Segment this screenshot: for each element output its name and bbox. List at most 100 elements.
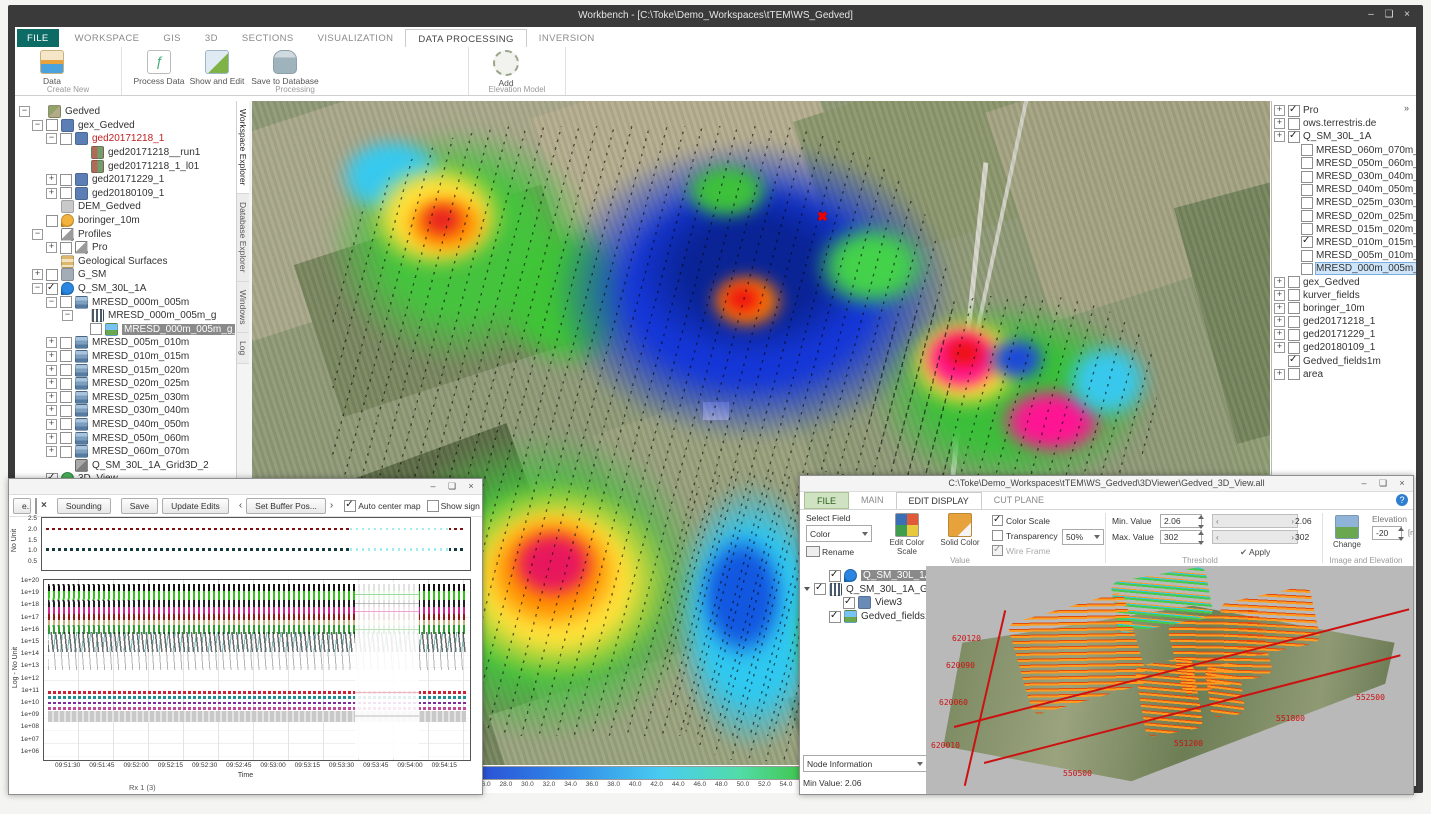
layer-item[interactable]: Pro (1272, 104, 1412, 117)
layer-item[interactable]: ows.terrestris.de (1272, 117, 1412, 130)
next-buffer-icon[interactable]: › (330, 499, 333, 513)
set-buffer-pos-button[interactable]: Set Buffer Pos... (246, 498, 326, 514)
tree-item-label[interactable]: MRESD_010m_015m (92, 351, 189, 362)
ribbon-tab[interactable]: VISUALIZATION (306, 29, 406, 47)
expander-icon[interactable] (1274, 277, 1285, 288)
expander-icon[interactable] (32, 229, 43, 240)
layer-item[interactable]: ged20171218_1 (1272, 315, 1412, 328)
viewer-window-titlebar[interactable]: C:\Toke\Demo_Workspaces\tTEM\WS_Gedved\3… (800, 476, 1413, 492)
tree-item-label[interactable]: Pro (92, 242, 108, 253)
layer-label[interactable]: MRESD_015m_020m_g_l (1316, 224, 1416, 235)
color-scale-checkbox[interactable]: Color Scale (992, 515, 1050, 526)
tree-item-label[interactable]: G_SM (78, 269, 106, 280)
tree-item-label[interactable]: MRESD_020m_025m (92, 378, 189, 389)
checkbox[interactable] (46, 283, 58, 295)
min-value-input[interactable]: 2.06 (1160, 514, 1202, 528)
tab-file[interactable]: FILE (17, 29, 59, 47)
tree-item[interactable]: ged20171218_1 (17, 132, 235, 146)
tree-item[interactable]: ged20171218__run1 (17, 146, 235, 160)
max-threshold-slider[interactable]: ‹› (1212, 530, 1298, 544)
layer-item[interactable]: MRESD_010m_015m_g_l (1272, 236, 1412, 249)
expander-icon[interactable] (46, 419, 57, 430)
checkbox[interactable] (60, 391, 72, 403)
layer-label[interactable]: MRESD_050m_060m_g_l (1316, 158, 1416, 169)
scene-item-label[interactable]: View3 (875, 597, 902, 608)
layer-label[interactable]: Pro (1303, 105, 1319, 116)
layer-label[interactable]: Gedved_fields1m (1303, 356, 1381, 367)
layer-item[interactable]: MRESD_005m_010m_g_l (1272, 249, 1412, 262)
expander-icon[interactable] (1274, 316, 1285, 327)
tree-item[interactable]: MRESD_000m_005m_g (17, 309, 235, 323)
layer-checkbox[interactable] (1288, 302, 1300, 314)
tree-item[interactable]: Geological Surfaces (17, 255, 235, 269)
wire-frame-checkbox[interactable]: Wire Frame (992, 545, 1050, 556)
expander-icon[interactable] (1274, 369, 1285, 380)
flag-icon[interactable] (35, 498, 37, 514)
tree-item[interactable]: MRESD_005m_010m (17, 336, 235, 350)
expander-icon[interactable] (1274, 342, 1285, 353)
viewer-tab[interactable]: CUT PLANE (982, 492, 1056, 509)
collapse-chevron-icon[interactable]: » (1404, 103, 1409, 113)
layer-label[interactable]: MRESD_020m_025m_g_l (1316, 211, 1416, 222)
checkbox[interactable] (60, 364, 72, 376)
layer-label[interactable]: ged20171229_1 (1303, 329, 1375, 340)
checkbox[interactable] (60, 296, 72, 308)
scene-tree-item[interactable]: Q_SM_30L_1A_Grid3D_2 (800, 583, 926, 597)
visibility-checkbox[interactable] (843, 597, 855, 609)
maximize-button[interactable]: ❏ (1381, 8, 1397, 22)
layer-item[interactable]: gex_Gedved (1272, 275, 1412, 288)
tree-item-label[interactable]: MRESD_015m_020m (92, 365, 189, 376)
change-image-button[interactable]: Change (1328, 515, 1366, 549)
layer-item[interactable]: boringer_10m (1272, 302, 1412, 315)
tree-item[interactable]: Gedved (17, 105, 235, 119)
scene-item-label[interactable]: Q_SM_30L_1A (861, 570, 933, 581)
layer-label[interactable]: boringer_10m (1303, 303, 1365, 314)
expander-icon[interactable] (46, 405, 57, 416)
layer-item[interactable]: Q_SM_30L_1A (1272, 130, 1412, 143)
tree-item[interactable]: MRESD_000m_005m (17, 295, 235, 309)
edit-color-scale-button[interactable]: Edit Color Scale (880, 513, 934, 556)
layer-label[interactable]: MRESD_010m_015m_g_l (1316, 237, 1416, 248)
layer-checkbox[interactable] (1288, 355, 1300, 367)
layer-checkbox[interactable] (1301, 236, 1313, 248)
expander-icon[interactable] (46, 351, 57, 362)
sounding-button[interactable]: Sounding (57, 498, 111, 514)
tree-item-label[interactable]: gex_Gedved (78, 120, 135, 131)
tree-item[interactable]: MRESD_010m_015m (17, 350, 235, 364)
layer-checkbox[interactable] (1288, 329, 1300, 341)
truncated-button[interactable]: e... (13, 498, 31, 514)
expander-icon[interactable] (46, 365, 57, 376)
transparency-checkbox[interactable]: Transparency (992, 530, 1058, 541)
side-tab[interactable]: Database Explorer (237, 194, 249, 281)
tree-item[interactable]: MRESD_000m_005m_g_l (17, 323, 235, 337)
viewer-3d-scene[interactable]: 620120 620090 620060 620010 550500 55120… (926, 566, 1413, 794)
ribbon-tab[interactable]: WORKSPACE (63, 29, 152, 47)
expander-icon[interactable] (32, 269, 43, 280)
tree-item-label[interactable]: MRESD_000m_005m (92, 297, 189, 308)
ribbon-tab[interactable]: DATA PROCESSING (405, 29, 526, 47)
layer-item[interactable]: MRESD_015m_020m_g_l (1272, 223, 1412, 236)
viewer-tab[interactable]: EDIT DISPLAY (896, 492, 982, 509)
checkbox[interactable] (60, 405, 72, 417)
help-icon[interactable]: ? (1396, 494, 1408, 506)
expander-icon[interactable] (46, 378, 57, 389)
tree-item-label[interactable]: MRESD_030m_040m (92, 405, 189, 416)
layer-checkbox[interactable] (1301, 171, 1313, 183)
expander-icon[interactable] (1274, 290, 1285, 301)
close-button[interactable]: × (462, 479, 480, 493)
node-information-dropdown[interactable]: Node Information (803, 755, 927, 772)
checkbox[interactable] (46, 215, 58, 227)
field-select[interactable]: Color (806, 525, 872, 542)
expander-icon[interactable] (32, 120, 43, 131)
solid-color-button[interactable]: Solid Color (938, 513, 982, 547)
tree-item[interactable]: Pro (17, 241, 235, 255)
expander-icon[interactable] (62, 310, 73, 321)
tree-item[interactable]: gex_Gedved (17, 119, 235, 133)
visibility-checkbox[interactable] (814, 583, 826, 595)
side-tab[interactable]: Workspace Explorer (237, 101, 249, 194)
layer-checkbox[interactable] (1301, 223, 1313, 235)
tree-item[interactable]: MRESD_030m_040m (17, 404, 235, 418)
layer-checkbox[interactable] (1288, 118, 1300, 130)
layer-item[interactable]: MRESD_000m_005m_g_l (1272, 262, 1412, 275)
layer-label[interactable]: MRESD_060m_070m_g_l (1316, 145, 1416, 156)
